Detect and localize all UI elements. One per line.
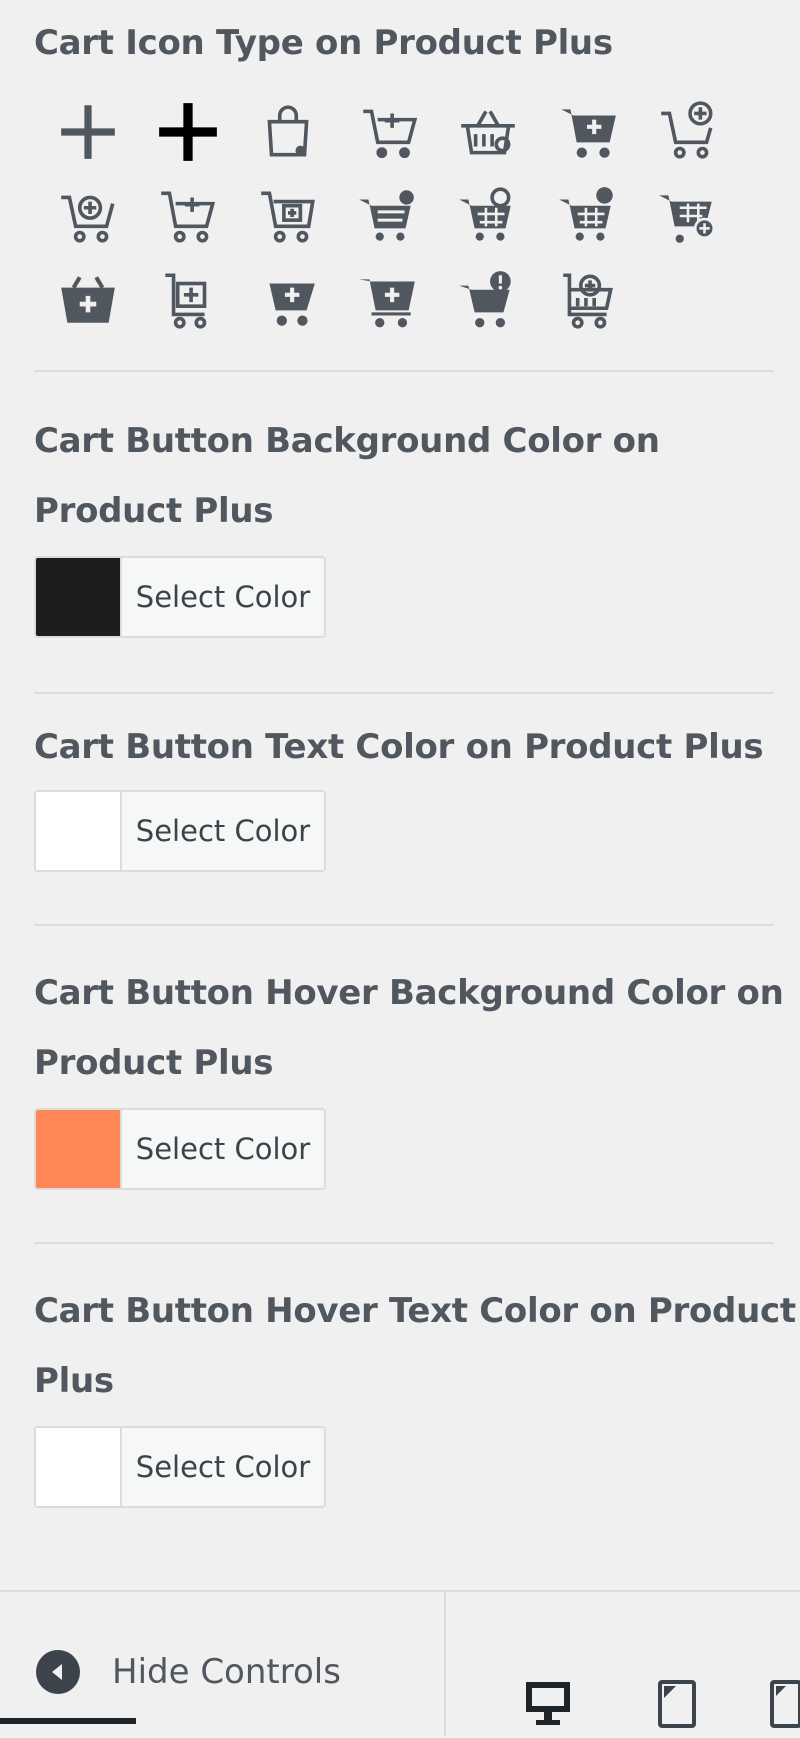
cart-square-plus-icon[interactable] xyxy=(148,260,228,340)
cart-solid-badge-icon[interactable] xyxy=(348,176,428,256)
hover-bg-color-swatch xyxy=(36,1110,122,1188)
bg-color-picker-button[interactable]: Select Color xyxy=(34,556,326,638)
hover-bg-color-title: Cart Button Hover Background Color on xyxy=(34,973,784,1013)
select-color-label: Select Color xyxy=(135,1132,311,1166)
cart-add-circle-icon[interactable] xyxy=(648,92,728,172)
text-color-picker-button[interactable]: Select Color xyxy=(34,790,326,872)
cart-box-plus-icon[interactable] xyxy=(248,176,328,256)
section-divider xyxy=(34,1242,774,1244)
cart-exclaim-icon[interactable] xyxy=(448,260,528,340)
cart-solid-plus-badge-icon[interactable] xyxy=(548,176,628,256)
cart-solid-plus-icon[interactable] xyxy=(548,92,628,172)
cart-solid-circle-icon[interactable] xyxy=(648,176,728,256)
bg-color-title: Cart Button Background Color on xyxy=(34,421,660,461)
cart-circle-plus2-icon[interactable] xyxy=(548,260,628,340)
customizer-panel: Cart Icon Type on Product Plus Cart Butt… xyxy=(0,0,800,1590)
hover-text-color-picker-button[interactable]: Select Color xyxy=(34,1426,326,1508)
cart-icon-type-title: Cart Icon Type on Product Plus xyxy=(34,23,613,63)
text-color-title: Cart Button Text Color on Product Plus xyxy=(34,727,764,767)
hover-text-color-title-line2: Plus xyxy=(34,1361,114,1401)
tablet-preview-icon[interactable] xyxy=(652,1678,712,1738)
mobile-preview-icon[interactable] xyxy=(766,1678,800,1738)
customizer-footer: Hide Controls xyxy=(0,1590,800,1736)
cart-badge-icon[interactable] xyxy=(448,176,528,256)
section-divider xyxy=(34,924,774,926)
section-divider xyxy=(34,692,774,694)
section-divider xyxy=(34,370,774,372)
hide-controls-button[interactable]: Hide Controls xyxy=(36,1632,341,1712)
cart-circle-plus-icon[interactable] xyxy=(48,176,128,256)
cart-plus-outline-icon[interactable] xyxy=(148,176,228,256)
footer-separator xyxy=(444,1592,446,1736)
basket-icon[interactable] xyxy=(448,92,528,172)
select-color-label: Select Color xyxy=(135,814,311,848)
active-tab-indicator xyxy=(0,1718,136,1724)
select-color-label: Select Color xyxy=(135,580,311,614)
cart-add-line-icon[interactable] xyxy=(348,92,428,172)
shopping-bag-icon[interactable] xyxy=(248,92,328,172)
desktop-preview-icon[interactable] xyxy=(520,1678,580,1738)
text-color-swatch xyxy=(36,792,122,870)
plus-thin-icon[interactable] xyxy=(48,92,128,172)
bg-color-title-line2: Product Plus xyxy=(34,491,274,531)
collapse-arrow-icon xyxy=(36,1650,80,1694)
plus-bold-icon[interactable] xyxy=(148,92,228,172)
hover-bg-color-picker-button[interactable]: Select Color xyxy=(34,1108,326,1190)
cart-solid-arrow-icon[interactable] xyxy=(248,260,328,340)
hover-text-color-swatch xyxy=(36,1428,122,1506)
basket-solid-plus-icon[interactable] xyxy=(48,260,128,340)
select-color-label: Select Color xyxy=(135,1450,311,1484)
bg-color-swatch xyxy=(36,558,122,636)
cart-solid-plus2-icon[interactable] xyxy=(348,260,428,340)
hide-controls-label: Hide Controls xyxy=(112,1652,341,1692)
hover-text-color-title: Cart Button Hover Text Color on Product xyxy=(34,1291,796,1331)
hover-bg-color-title-line2: Product Plus xyxy=(34,1043,274,1083)
